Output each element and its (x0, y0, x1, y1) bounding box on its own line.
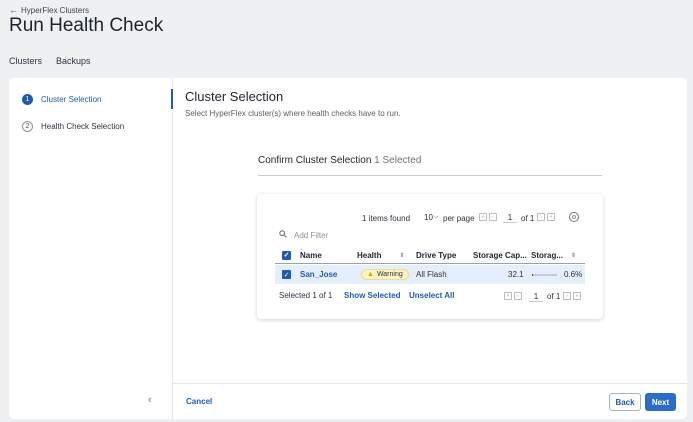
selected-count: 1 Selected (374, 155, 422, 166)
chevron-down-icon: ⌵ (433, 214, 439, 220)
storage-utilization: 0.6% (564, 270, 583, 279)
step-cluster-selection[interactable]: 1 Cluster Selection (22, 94, 101, 105)
column-name[interactable]: Name (300, 251, 322, 260)
page-title: Run Health Check (9, 15, 164, 36)
next-page-icon[interactable]: › (537, 213, 545, 221)
table-footer: Selected 1 of 1 Show Selected Unselect A… (279, 291, 583, 303)
breadcrumb-label[interactable]: HyperFlex Clusters (21, 6, 89, 15)
health-text: Warning (376, 271, 403, 278)
page-input[interactable]: 1 (529, 292, 543, 302)
step-health-check-selection[interactable]: 2 Health Check Selection (22, 121, 124, 132)
show-selected-link[interactable]: Show Selected (344, 291, 400, 300)
step-label: Health Check Selection (41, 122, 125, 131)
cluster-table-card: 1 items found 10 ⌵ per page « ‹ 1 of 1 ›… (257, 194, 603, 319)
step-number-badge: 1 (22, 94, 33, 105)
wizard-footer: Cancel Back Next (173, 383, 687, 419)
filter-placeholder: Add Filter (294, 230, 329, 240)
table-header: ✓ Name Health ⇕ Drive Type Storage Cap...… (275, 247, 585, 264)
prev-page-icon[interactable]: ‹ (489, 213, 497, 221)
storage-utilization-bar (532, 273, 557, 276)
warning-icon: ▲ (367, 271, 374, 278)
wizard-panel: 1 Cluster Selection 2 Health Check Selec… (9, 78, 687, 419)
cancel-button[interactable]: Cancel (186, 397, 212, 406)
table-row[interactable]: ✓ San_Jose ▲ Warning All Flash 32.1 0.6% (275, 265, 585, 284)
per-page-label: per page (443, 214, 475, 223)
page-of-text: of 1 (521, 214, 535, 223)
per-page-value: 10 (424, 213, 433, 222)
active-step-indicator (171, 89, 173, 109)
first-page-icon[interactable]: « (479, 213, 487, 221)
page-input[interactable]: 1 (503, 213, 517, 223)
section-description: Select HyperFlex cluster(s) where health… (185, 109, 401, 118)
column-health[interactable]: Health (357, 251, 381, 260)
drive-type: All Flash (416, 270, 447, 279)
tab-backups[interactable]: Backups (56, 56, 91, 66)
next-page-icon[interactable]: › (563, 292, 571, 300)
section-title: Cluster Selection (185, 89, 284, 104)
step-number-badge: 2 (22, 121, 33, 132)
last-page-icon[interactable]: » (573, 292, 581, 300)
last-page-icon[interactable]: » (547, 213, 555, 221)
unselect-all-link[interactable]: Unselect All (409, 291, 455, 300)
step-label: Cluster Selection (41, 95, 102, 104)
wizard-content: Cluster Selection Select HyperFlex clust… (174, 78, 687, 383)
storage-capacity: 32.1 (508, 270, 524, 279)
column-drive-type[interactable]: Drive Type (416, 251, 456, 260)
tab-bar: Clusters Backups (9, 56, 91, 66)
wizard-steps-sidebar: 1 Cluster Selection 2 Health Check Selec… (9, 78, 173, 419)
sort-icon[interactable]: ⇕ (571, 252, 576, 259)
search-icon (279, 230, 287, 240)
divider (258, 175, 602, 176)
filter-input[interactable]: Add Filter (279, 230, 328, 240)
breadcrumb[interactable]: ← HyperFlex Clusters (9, 5, 89, 15)
first-page-icon[interactable]: « (504, 292, 512, 300)
sort-icon[interactable]: ⇕ (399, 252, 404, 259)
items-found-text: 1 items found (362, 214, 411, 223)
prev-page-icon[interactable]: ‹ (514, 292, 522, 300)
per-page-select[interactable]: 10 ⌵ (424, 213, 438, 222)
column-storage-capacity[interactable]: Storage Cap... (473, 251, 527, 260)
collapse-sidebar-icon[interactable]: ‹ (148, 394, 152, 406)
row-checkbox[interactable]: ✓ (282, 270, 291, 279)
confirm-title: Confirm Cluster Selection (258, 155, 372, 166)
column-storage-utilization[interactable]: Storag... (531, 251, 563, 260)
settings-icon[interactable]: ⚙ (569, 212, 579, 222)
select-all-checkbox[interactable]: ✓ (282, 250, 291, 260)
next-button[interactable]: Next (645, 393, 676, 411)
page-of-text: of 1 (547, 292, 561, 301)
back-arrow-icon[interactable]: ← (9, 5, 18, 15)
storage-utilization-fill (532, 273, 533, 276)
selected-text: Selected 1 of 1 (279, 291, 333, 300)
confirm-heading: Confirm Cluster Selection 1 Selected (258, 155, 421, 166)
tab-clusters[interactable]: Clusters (9, 56, 42, 66)
status-badge: ▲ Warning (361, 269, 409, 280)
back-button[interactable]: Back (609, 393, 641, 411)
cluster-name-link[interactable]: San_Jose (300, 270, 337, 279)
